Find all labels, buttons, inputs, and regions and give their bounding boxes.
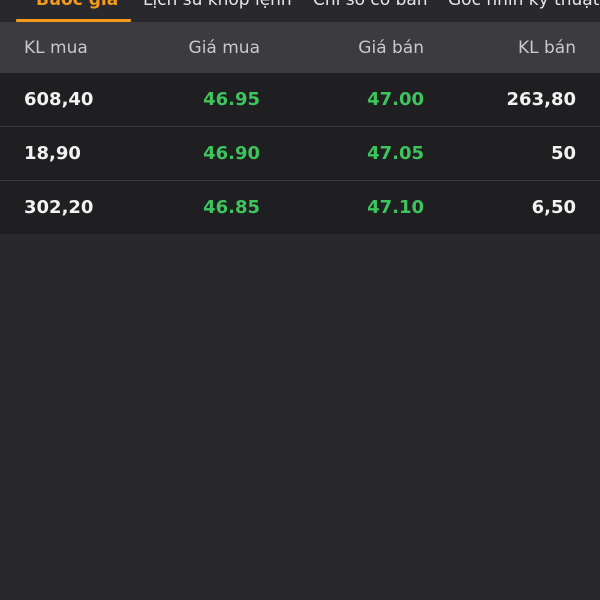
header-sell-price: Giá bán <box>358 38 424 58</box>
sell-volume-cell: 50 <box>550 143 576 164</box>
table-header: KL mua Giá mua Giá bán KL bán <box>0 23 600 73</box>
header-sell-volume: KL bán <box>517 38 576 58</box>
table-row[interactable]: 608,40 46.95 47.00 263,80 <box>0 73 600 126</box>
tab-goc-nhin-ky-thuat[interactable]: Góc nhìn kỹ thuật <box>448 0 599 23</box>
table-row[interactable]: 18,90 46.90 47.05 50 <box>0 127 600 180</box>
buy-price-cell: 46.90 <box>203 143 260 164</box>
tab-chi-so-co-ban[interactable]: Chỉ số cơ bản <box>313 0 428 23</box>
buy-price-cell: 46.85 <box>203 197 260 218</box>
sell-volume-cell: 263,80 <box>506 89 576 110</box>
buy-price-cell: 46.95 <box>203 89 260 110</box>
sell-price-cell: 47.10 <box>367 197 424 218</box>
sell-volume-cell: 6,50 <box>531 197 576 218</box>
tab-lich-su-khop-lenh[interactable]: Lịch sử khớp lệnh <box>143 0 292 23</box>
sell-price-cell: 47.05 <box>367 143 424 164</box>
sell-price-cell: 47.00 <box>367 89 424 110</box>
tab-bar: Bước giá Lịch sử khớp lệnh Chỉ số cơ bản… <box>0 0 600 23</box>
table-row[interactable]: 302,20 46.85 47.10 6,50 <box>0 181 600 234</box>
header-buy-price: Giá mua <box>188 38 260 58</box>
